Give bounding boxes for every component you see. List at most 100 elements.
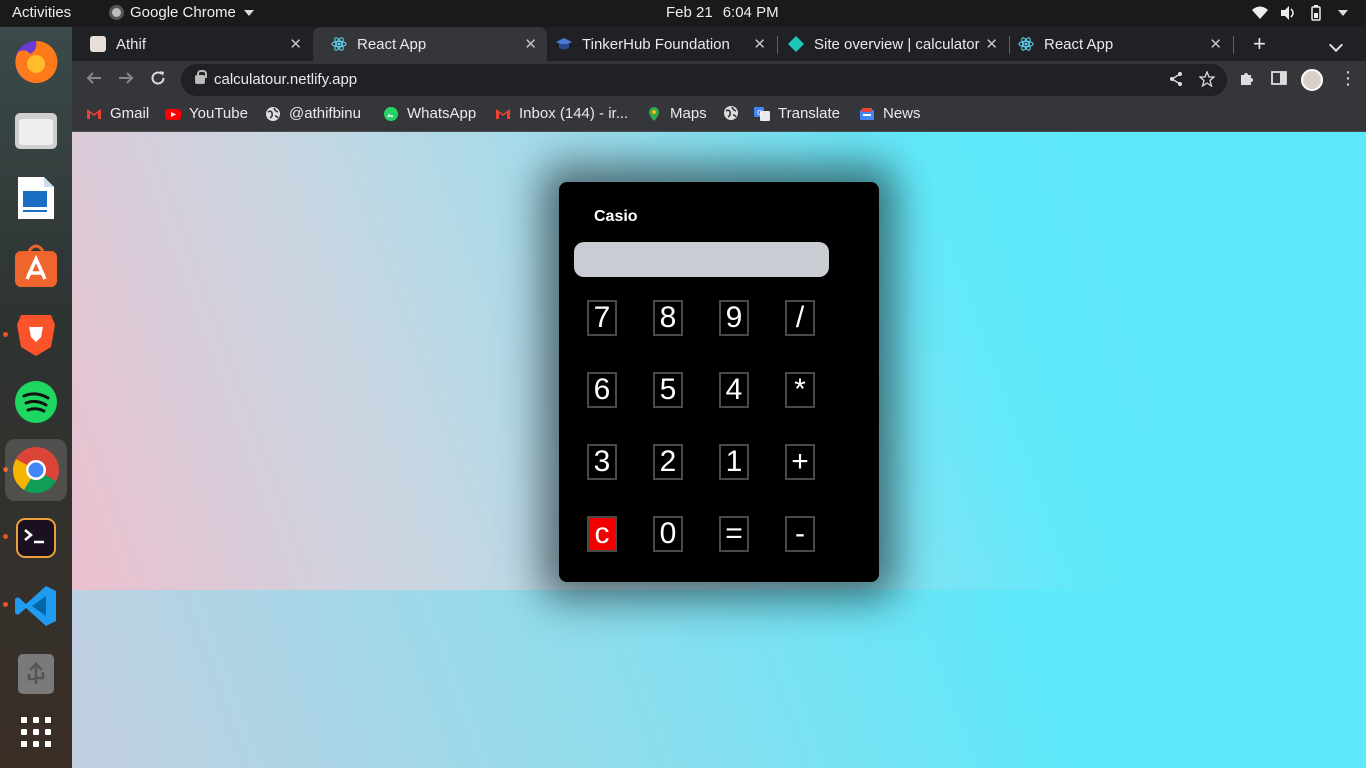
key-clear[interactable]: c bbox=[587, 516, 617, 552]
activities-button[interactable]: Activities bbox=[12, 4, 71, 21]
clock-date: Feb 21 bbox=[666, 4, 713, 21]
bookmark-news[interactable]: News bbox=[859, 105, 921, 122]
tab-strip: Athif ✕ React App ✕ TinkerHub Foundation… bbox=[72, 27, 1366, 61]
bookmark-star-icon[interactable] bbox=[1198, 70, 1216, 92]
lock-icon[interactable] bbox=[195, 70, 207, 84]
tab-netlify[interactable]: Site overview | calculator ✕ bbox=[778, 27, 1008, 61]
web-page: Casio 7 8 9 / 6 5 4 * 3 2 1 + c 0 = - bbox=[72, 132, 1366, 768]
key-2[interactable]: 2 bbox=[653, 444, 683, 480]
firefox-icon[interactable] bbox=[11, 37, 61, 87]
tab-tinkerhub[interactable]: TinkerHub Foundation ✕ bbox=[548, 27, 776, 61]
bookmark-label: Translate bbox=[778, 105, 840, 122]
back-arrow-icon[interactable] bbox=[86, 70, 102, 91]
key-multiply[interactable]: * bbox=[785, 372, 815, 408]
bookmarks-bar: Gmail YouTube @athifbinu WhatsApp Inbox … bbox=[72, 99, 1366, 132]
key-6[interactable]: 6 bbox=[587, 372, 617, 408]
terminal-icon[interactable] bbox=[11, 513, 61, 563]
news-icon bbox=[859, 106, 875, 122]
key-4[interactable]: 4 bbox=[719, 372, 749, 408]
netlify-icon bbox=[788, 36, 804, 52]
bookmark-youtube[interactable]: YouTube bbox=[165, 105, 248, 122]
calculator: Casio 7 8 9 / 6 5 4 * 3 2 1 + c 0 = - bbox=[559, 182, 879, 582]
tab-search-chevron-icon[interactable] bbox=[1328, 37, 1344, 53]
graduation-cap-icon bbox=[556, 36, 572, 52]
tab-title: React App bbox=[1044, 35, 1114, 53]
react-icon bbox=[1018, 36, 1034, 52]
bookmark-maps[interactable]: Maps bbox=[646, 105, 707, 122]
tab-title: Site overview | calculator bbox=[814, 35, 980, 53]
key-8[interactable]: 8 bbox=[653, 300, 683, 336]
key-minus[interactable]: - bbox=[785, 516, 815, 552]
app-menu[interactable]: Google Chrome bbox=[109, 4, 254, 21]
forward-arrow-icon[interactable] bbox=[118, 70, 134, 91]
key-5[interactable]: 5 bbox=[653, 372, 683, 408]
battery-icon bbox=[1308, 5, 1324, 21]
tab-react-app[interactable]: React App ✕ bbox=[1010, 27, 1232, 61]
tab-athif[interactable]: Athif ✕ bbox=[72, 27, 312, 61]
maps-icon bbox=[646, 106, 662, 122]
address-bar[interactable]: calculatour.netlify.app bbox=[181, 64, 1227, 96]
app-menu-label: Google Chrome bbox=[130, 4, 236, 21]
show-applications-icon[interactable] bbox=[11, 707, 61, 757]
google-chrome-icon[interactable] bbox=[5, 439, 67, 501]
calculator-display[interactable] bbox=[574, 242, 829, 277]
volume-icon bbox=[1280, 5, 1296, 21]
key-0[interactable]: 0 bbox=[653, 516, 683, 552]
reload-icon[interactable] bbox=[150, 70, 166, 91]
app-center-icon[interactable] bbox=[11, 241, 61, 291]
whatsapp-icon bbox=[383, 106, 399, 122]
close-icon[interactable]: ✕ bbox=[524, 35, 537, 53]
vscode-icon[interactable] bbox=[11, 581, 61, 631]
running-indicator bbox=[3, 534, 8, 539]
globe-icon bbox=[265, 106, 281, 122]
bookmark-label: Inbox (144) - ir... bbox=[519, 105, 629, 122]
key-9[interactable]: 9 bbox=[719, 300, 749, 336]
bookmark-inbox[interactable]: Inbox (144) - ir... bbox=[495, 105, 628, 122]
close-icon[interactable]: ✕ bbox=[753, 35, 766, 53]
key-1[interactable]: 1 bbox=[719, 444, 749, 480]
side-panel-icon[interactable] bbox=[1271, 70, 1287, 91]
profile-avatar[interactable] bbox=[1301, 69, 1323, 91]
key-3[interactable]: 3 bbox=[587, 444, 617, 480]
browser-toolbar: calculatour.netlify.app ⋮ bbox=[72, 61, 1366, 99]
libreoffice-writer-icon[interactable] bbox=[11, 173, 61, 223]
globe-icon bbox=[723, 105, 739, 121]
close-icon[interactable]: ✕ bbox=[985, 35, 998, 53]
dock bbox=[0, 27, 72, 768]
bookmark-label: YouTube bbox=[189, 105, 248, 122]
url-text[interactable]: calculatour.netlify.app bbox=[214, 71, 357, 88]
system-top-bar: Activities Google Chrome Feb 21 6:04 PM bbox=[0, 0, 1366, 27]
spotify-icon[interactable] bbox=[11, 377, 61, 427]
gmail-icon bbox=[86, 106, 102, 122]
key-7[interactable]: 7 bbox=[587, 300, 617, 336]
chrome-small-icon bbox=[109, 5, 124, 20]
page-background-lower bbox=[72, 590, 1366, 768]
key-plus[interactable]: + bbox=[785, 444, 815, 480]
bookmark-athifbinu[interactable]: @athifbinu bbox=[265, 105, 361, 122]
gmail-icon bbox=[495, 106, 511, 122]
tab-title: React App bbox=[357, 35, 427, 53]
clock[interactable]: Feb 21 6:04 PM bbox=[666, 4, 779, 21]
files-icon[interactable] bbox=[11, 105, 61, 155]
svg-text:G: G bbox=[757, 109, 762, 117]
usb-drive-icon[interactable] bbox=[11, 649, 61, 699]
close-icon[interactable]: ✕ bbox=[1209, 35, 1222, 53]
bookmark-globe[interactable] bbox=[723, 105, 747, 121]
tab-react-app-active[interactable]: React App ✕ bbox=[313, 27, 547, 61]
more-menu-icon[interactable]: ⋮ bbox=[1339, 68, 1357, 89]
system-tray[interactable] bbox=[1252, 5, 1348, 21]
bookmark-whatsapp[interactable]: WhatsApp bbox=[383, 105, 476, 122]
new-tab-plus-icon[interactable]: + bbox=[1253, 31, 1266, 57]
extensions-puzzle-icon[interactable] bbox=[1239, 70, 1255, 91]
brave-browser-icon[interactable] bbox=[11, 309, 61, 359]
close-icon[interactable]: ✕ bbox=[289, 35, 302, 53]
tab-separator bbox=[1233, 36, 1234, 54]
wifi-icon bbox=[1252, 5, 1268, 21]
running-indicator bbox=[3, 602, 8, 607]
bookmark-gmail[interactable]: Gmail bbox=[86, 105, 149, 122]
share-icon[interactable] bbox=[1168, 71, 1184, 92]
bookmark-label: @athifbinu bbox=[289, 105, 361, 122]
bookmark-translate[interactable]: G Translate bbox=[754, 105, 840, 122]
key-divide[interactable]: / bbox=[785, 300, 815, 336]
key-equals[interactable]: = bbox=[719, 516, 749, 552]
